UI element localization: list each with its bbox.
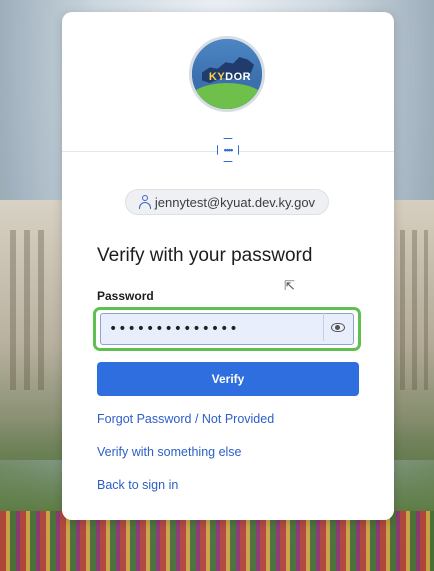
mouse-cursor-icon: ⇱ [284, 278, 295, 293]
kydor-logo: KY DOR [189, 36, 265, 112]
user-icon [138, 195, 151, 209]
show-password-button[interactable] [323, 313, 352, 341]
logo-text-ky: KY [208, 71, 226, 83]
password-input[interactable]: •••••••••••••• [100, 313, 354, 345]
user-email: jennytest@kyuat.dev.ky.gov [154, 194, 316, 210]
page-title: Verify with your password [97, 245, 313, 266]
password-focus-ring: •••••••••••••• [93, 307, 361, 351]
verify-button[interactable]: Verify [97, 362, 359, 396]
signin-card: KY DOR •••• jennytest@kyuat.dev.ky.gov Ve… [62, 12, 394, 520]
verify-other-link[interactable]: Verify with something else [97, 445, 242, 459]
logo-land [192, 83, 262, 109]
password-icon-dots: •••• [223, 145, 234, 155]
background-flowers [0, 511, 434, 571]
logo-text: KY DOR [204, 69, 256, 85]
password-icon: •••• [217, 138, 239, 162]
eye-icon [331, 322, 345, 332]
logo-text-dor: DOR [225, 71, 252, 83]
user-identifier-pill: jennytest@kyuat.dev.ky.gov [125, 189, 329, 215]
password-label: Password [97, 289, 154, 303]
back-to-signin-link[interactable]: Back to sign in [97, 478, 178, 492]
forgot-password-link[interactable]: Forgot Password / Not Provided [97, 412, 274, 426]
